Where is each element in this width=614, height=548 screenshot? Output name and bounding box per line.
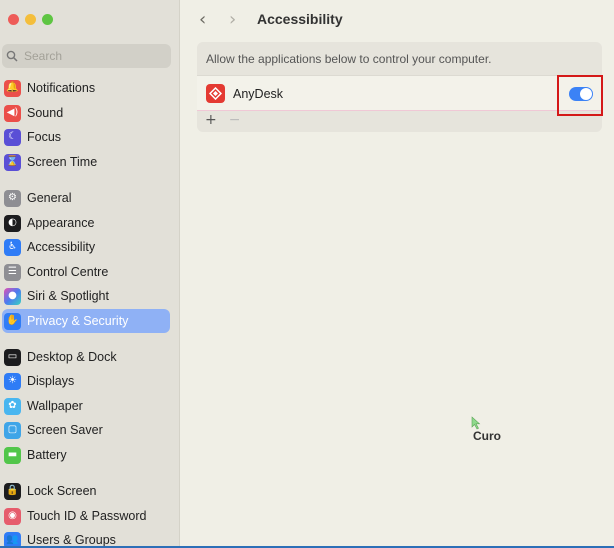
sidebar-item-label: Wallpaper — [27, 399, 83, 413]
sidebar: 🔔 Notifications ◀) Sound ☾ Focus ⌛ Scree… — [0, 0, 180, 548]
cursor-label: Curo — [473, 429, 501, 443]
sidebar-item-label: General — [27, 191, 72, 205]
battery-icon: ▬ — [4, 446, 21, 464]
sidebar-item-privacy-security[interactable]: ✋ Privacy & Security — [2, 309, 170, 333]
sidebar-item-screen-saver[interactable]: ▢ Screen Saver — [2, 418, 170, 442]
sidebar-item-label: Siri & Spotlight — [27, 289, 109, 303]
sun-icon: ☀ — [4, 372, 21, 390]
sidebar-item-label: Privacy & Security — [27, 314, 129, 328]
sidebar-item-siri-spotlight[interactable]: ● Siri & Spotlight — [2, 284, 170, 308]
sidebar-item-touch-id-password[interactable]: ◉ Touch ID & Password — [2, 504, 170, 528]
sidebar-item-label: Accessibility — [27, 240, 96, 254]
bell-icon: 🔔 — [4, 79, 21, 97]
screensaver-icon: ▢ — [4, 421, 21, 439]
siri-icon: ● — [4, 287, 21, 305]
lock-icon: 🔒 — [4, 482, 21, 500]
add-app-button[interactable]: + — [205, 112, 217, 130]
forward-button[interactable]: › — [229, 9, 236, 30]
app-row-anydesk[interactable]: AnyDesk — [197, 75, 602, 111]
sidebar-item-wallpaper[interactable]: ✿ Wallpaper — [2, 394, 170, 418]
anydesk-icon — [206, 84, 225, 103]
control-centre-icon: ☰ — [4, 263, 21, 281]
sidebar-item-label: Sound — [27, 106, 64, 120]
sidebar-item-label: Appearance — [27, 216, 95, 230]
sidebar-item-focus[interactable]: ☾ Focus — [2, 125, 170, 149]
sidebar-item-label: Control Centre — [27, 265, 109, 279]
sidebar-item-label: Screen Time — [27, 155, 98, 169]
window-controls — [8, 14, 53, 25]
add-remove-bar: + − — [197, 112, 240, 130]
accessibility-icon: ♿ — [4, 238, 21, 256]
sidebar-item-screen-time[interactable]: ⌛ Screen Time — [2, 150, 170, 174]
system-settings-window: 🔔 Notifications ◀) Sound ☾ Focus ⌛ Scree… — [0, 0, 614, 548]
zoom-button[interactable] — [42, 14, 53, 25]
main-content: ‹ › Accessibility Allow the applications… — [181, 0, 614, 548]
sidebar-item-label: Lock Screen — [27, 484, 97, 498]
sidebar-item-label: Battery — [27, 448, 67, 462]
toggle-highlight-box — [557, 75, 603, 116]
panel-description: Allow the applications below to control … — [206, 52, 492, 66]
sidebar-item-users-groups[interactable]: 👥 Users & Groups — [2, 528, 170, 548]
minimize-button[interactable] — [25, 14, 36, 25]
back-button[interactable]: ‹ — [199, 9, 206, 30]
search-input[interactable] — [24, 49, 164, 63]
page-title: Accessibility — [257, 11, 343, 27]
sidebar-item-label: Users & Groups — [27, 533, 116, 547]
fingerprint-icon: ◉ — [4, 507, 21, 525]
remove-app-button[interactable]: − — [229, 112, 241, 130]
app-name: AnyDesk — [233, 87, 284, 101]
gear-icon: ⚙ — [4, 189, 21, 207]
sidebar-item-lock-screen[interactable]: 🔒 Lock Screen — [2, 479, 170, 503]
dock-icon: ▭ — [4, 348, 21, 366]
sidebar-item-label: Notifications — [27, 81, 96, 95]
sidebar-item-label: Displays — [27, 374, 75, 388]
sidebar-item-notifications[interactable]: 🔔 Notifications — [2, 76, 170, 100]
sidebar-item-label: Screen Saver — [27, 423, 103, 437]
search-field[interactable] — [2, 44, 171, 68]
sidebar-item-control-centre[interactable]: ☰ Control Centre — [2, 260, 170, 284]
flower-icon: ✿ — [4, 397, 21, 415]
sidebar-item-displays[interactable]: ☀ Displays — [2, 369, 170, 393]
appearance-icon: ◐ — [4, 214, 21, 232]
moon-icon: ☾ — [4, 128, 21, 146]
sidebar-item-label: Touch ID & Password — [27, 509, 147, 523]
search-icon — [6, 50, 18, 62]
hourglass-icon: ⌛ — [4, 153, 21, 171]
sidebar-item-battery[interactable]: ▬ Battery — [2, 443, 170, 467]
sidebar-item-desktop-dock[interactable]: ▭ Desktop & Dock — [2, 345, 170, 369]
sidebar-item-appearance[interactable]: ◐ Appearance — [2, 211, 170, 235]
accessibility-app-list: Allow the applications below to control … — [197, 42, 602, 132]
sidebar-item-label: Focus — [27, 130, 62, 144]
speaker-icon: ◀) — [4, 104, 21, 122]
sidebar-item-accessibility[interactable]: ♿ Accessibility — [2, 235, 170, 259]
close-button[interactable] — [8, 14, 19, 25]
sidebar-item-label: Desktop & Dock — [27, 350, 117, 364]
hand-icon: ✋ — [4, 312, 21, 330]
sidebar-item-sound[interactable]: ◀) Sound — [2, 101, 170, 125]
sidebar-item-general[interactable]: ⚙ General — [2, 186, 170, 210]
